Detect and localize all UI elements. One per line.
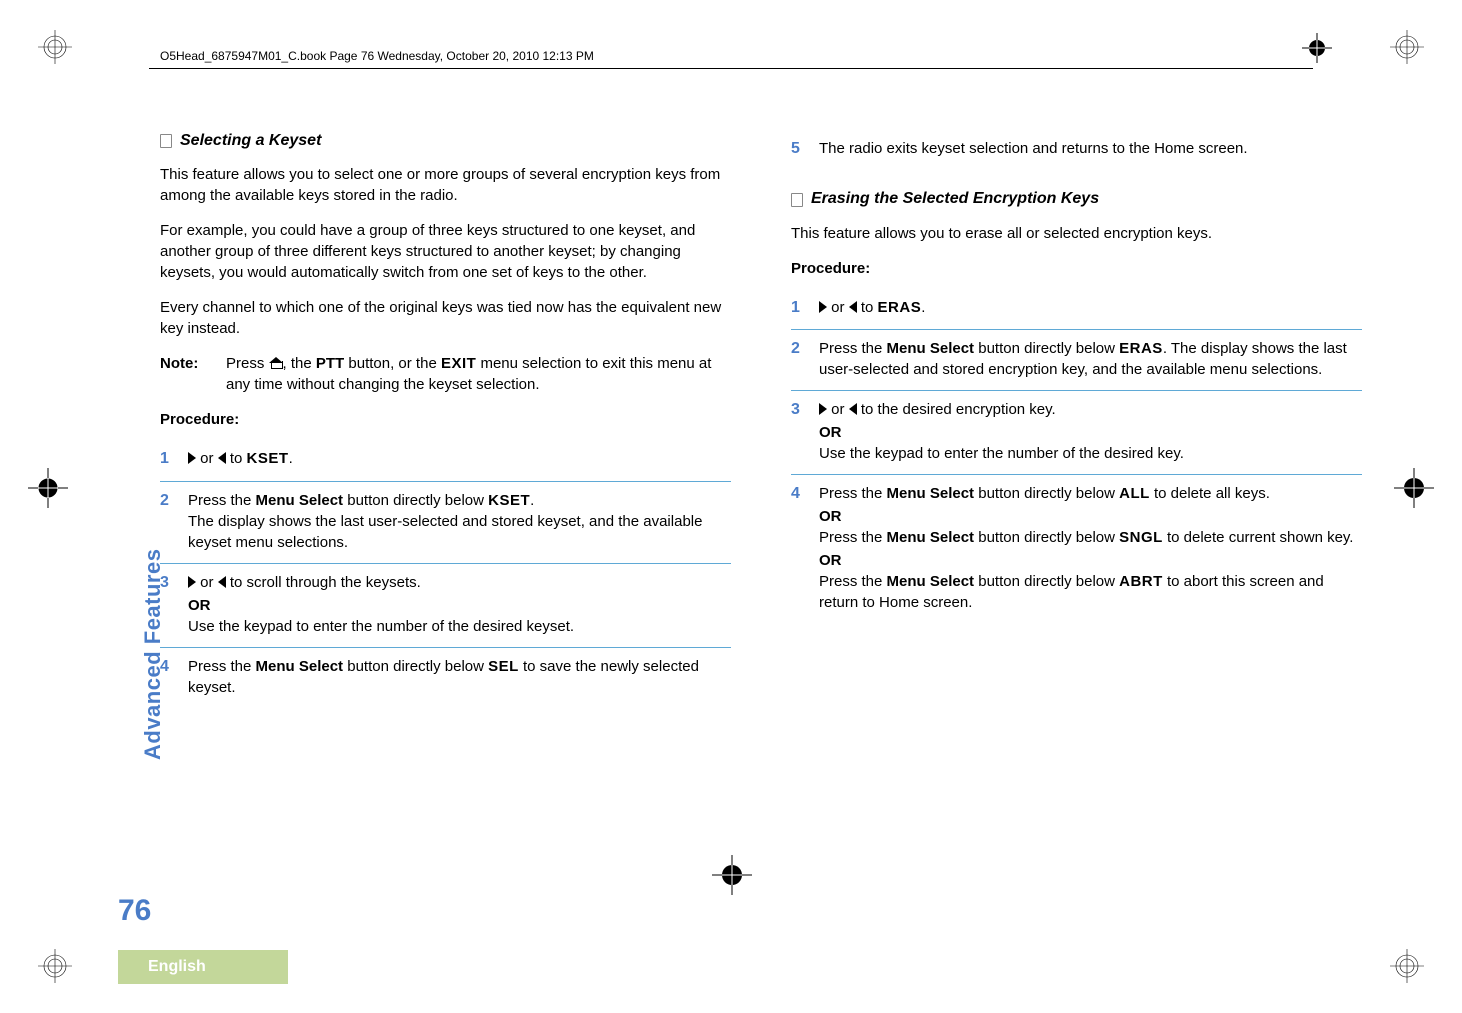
crosshair-mark-icon bbox=[1302, 33, 1332, 63]
section-heading: Erasing the Selected Encryption Keys bbox=[791, 188, 1362, 210]
or-label: OR bbox=[819, 422, 1362, 443]
step-number: 4 bbox=[791, 483, 805, 613]
step-number: 1 bbox=[160, 448, 174, 470]
step-body: Press the Menu Select button directly be… bbox=[188, 490, 731, 553]
step-number: 2 bbox=[791, 338, 805, 380]
note-label: Note: bbox=[160, 353, 210, 395]
step: 1 or to KSET. bbox=[160, 440, 731, 481]
step-body: Press the Menu Select button directly be… bbox=[819, 483, 1362, 613]
step-body: The radio exits keyset selection and ret… bbox=[819, 138, 1362, 160]
sidebar-label: Advanced Features bbox=[138, 549, 169, 760]
left-arrow-icon bbox=[849, 403, 857, 415]
registration-mark-icon bbox=[38, 949, 72, 983]
document-icon bbox=[791, 193, 803, 207]
step: 2 Press the Menu Select button directly … bbox=[791, 330, 1362, 391]
paragraph: For example, you could have a group of t… bbox=[160, 220, 731, 283]
paragraph: This feature allows you to erase all or … bbox=[791, 223, 1362, 244]
step: 4 Press the Menu Select button directly … bbox=[791, 475, 1362, 623]
step-body: or to the desired encryption key. OR Use… bbox=[819, 399, 1362, 464]
note-block: Note: Press , the PTT button, or the EXI… bbox=[160, 353, 731, 395]
language-label: English bbox=[148, 956, 206, 978]
step: 2 Press the Menu Select button directly … bbox=[160, 482, 731, 564]
heading-text: Selecting a Keyset bbox=[180, 130, 321, 152]
or-label: OR bbox=[819, 550, 1362, 571]
registration-mark-icon bbox=[38, 30, 72, 64]
step: 3 or to the desired encryption key. OR U… bbox=[791, 391, 1362, 475]
header-divider bbox=[149, 68, 1313, 69]
step: 4 Press the Menu Select button directly … bbox=[160, 648, 731, 708]
left-arrow-icon bbox=[218, 452, 226, 464]
right-arrow-icon bbox=[819, 301, 827, 313]
left-arrow-icon bbox=[849, 301, 857, 313]
right-arrow-icon bbox=[188, 576, 196, 588]
right-arrow-icon bbox=[819, 403, 827, 415]
step-number: 2 bbox=[160, 490, 174, 553]
procedure-label: Procedure: bbox=[160, 409, 731, 430]
procedure-steps-continued: 5 The radio exits keyset selection and r… bbox=[791, 130, 1362, 170]
step-body: Press the Menu Select button directly be… bbox=[819, 338, 1362, 380]
section-heading: Selecting a Keyset bbox=[160, 130, 731, 152]
procedure-steps: 1 or to KSET. 2 Press the Menu Select bu… bbox=[160, 440, 731, 707]
registration-mark-icon bbox=[1390, 30, 1424, 64]
registration-mark-icon bbox=[1390, 949, 1424, 983]
or-label: OR bbox=[188, 595, 731, 616]
or-label: OR bbox=[819, 506, 1362, 527]
document-icon bbox=[160, 134, 172, 148]
running-header: O5Head_6875947M01_C.book Page 76 Wednesd… bbox=[160, 48, 594, 65]
step-body: Press the Menu Select button directly be… bbox=[188, 656, 731, 698]
right-column: 5 The radio exits keyset selection and r… bbox=[791, 130, 1362, 708]
step: 5 The radio exits keyset selection and r… bbox=[791, 130, 1362, 170]
language-bar: English bbox=[118, 950, 288, 984]
heading-text: Erasing the Selected Encryption Keys bbox=[811, 188, 1099, 210]
left-column: Selecting a Keyset This feature allows y… bbox=[160, 130, 731, 708]
procedure-label: Procedure: bbox=[791, 258, 1362, 279]
step-body: or to scroll through the keysets. OR Use… bbox=[188, 572, 731, 637]
page-number: 76 bbox=[118, 890, 151, 932]
home-icon bbox=[269, 357, 283, 369]
sidebar: Advanced Features bbox=[130, 525, 160, 765]
step-body: or to KSET. bbox=[188, 448, 731, 470]
left-arrow-icon bbox=[218, 576, 226, 588]
procedure-steps: 1 or to ERAS. 2 Press the Menu Select bu… bbox=[791, 289, 1362, 623]
paragraph: Every channel to which one of the origin… bbox=[160, 297, 731, 339]
note-body: Press , the PTT button, or the EXIT menu… bbox=[226, 353, 731, 395]
right-arrow-icon bbox=[188, 452, 196, 464]
step: 1 or to ERAS. bbox=[791, 289, 1362, 330]
step: 3 or to scroll through the keysets. OR U… bbox=[160, 564, 731, 648]
step-body: or to ERAS. bbox=[819, 297, 1362, 319]
step-number: 1 bbox=[791, 297, 805, 319]
paragraph: This feature allows you to select one or… bbox=[160, 164, 731, 206]
step-number: 3 bbox=[791, 399, 805, 464]
step-number: 5 bbox=[791, 138, 805, 160]
